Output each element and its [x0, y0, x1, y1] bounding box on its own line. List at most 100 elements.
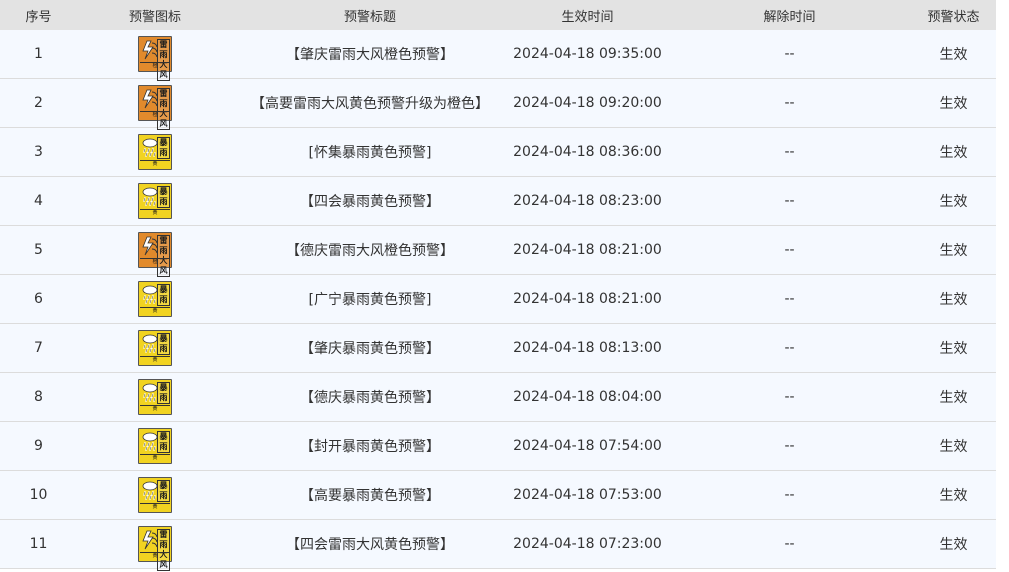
warning-title[interactable]: 【肇庆雷雨大风橙色预警】: [233, 44, 507, 64]
warning-title[interactable]: 【高要雷雨大风黄色预警升级为橙色】: [233, 93, 507, 113]
start-time: 2024-04-18 08:21:00: [513, 291, 662, 307]
icon-level: 黄: [152, 406, 158, 412]
table-row[interactable]: 4 暴雨黄 RAINSTORM 【四会暴雨黄色预警】 2024-04-18 08:23…: [0, 177, 996, 226]
icon-chars: 暴雨: [157, 480, 170, 502]
icon-footer: 黄 RAINSTORM: [140, 307, 170, 315]
icon-chars: 暴雨: [157, 284, 170, 306]
table-row[interactable]: 3 暴雨黄 RAINSTORM [怀集暴雨黄色预警] 2024-04-18 08:36…: [0, 128, 996, 177]
warning-title[interactable]: 【肇庆暴雨黄色预警】: [233, 338, 507, 358]
icon-cell: 暴雨黄 RAINSTORM: [77, 134, 233, 170]
icon-footer: 黄 RAINSTORM: [140, 503, 170, 511]
warning-title[interactable]: 【高要暴雨黄色预警】: [233, 485, 507, 505]
icon-footer: 黄 RAINSTORM: [140, 209, 170, 217]
icon-char: 暴: [159, 432, 168, 441]
icon-level: 橙: [152, 259, 158, 265]
icon-char: 风: [159, 560, 168, 569]
rainstorm-yellow-icon: 暴雨黄 RAINSTORM: [138, 134, 172, 170]
icon-char: 暴: [159, 138, 168, 147]
header-start-time: 生效时间: [561, 9, 614, 25]
status-text: 生效: [939, 488, 968, 504]
table-row[interactable]: 9 暴雨黄 RAINSTORM 【封开暴雨黄色预警】 2024-04-18 07:54…: [0, 422, 996, 471]
status-text: 生效: [939, 243, 968, 259]
icon-char: 雨: [159, 442, 168, 451]
icon-char: 雨: [159, 393, 168, 402]
end-time: --: [784, 46, 795, 62]
table-row[interactable]: 6 暴雨黄 RAINSTORM [广宁暴雨黄色预警] 2024-04-18 08:21…: [0, 275, 996, 324]
thunder-wind-orange-icon: 雷雨大风橙 THUNDER-GUST: [138, 85, 172, 130]
icon-char: 雨: [159, 50, 168, 59]
warning-title[interactable]: 【四会暴雨黄色预警】: [233, 191, 507, 211]
icon-char: 雨: [159, 148, 168, 157]
icon-chars: 雷雨大风: [157, 235, 170, 277]
icon-char: 暴: [159, 187, 168, 196]
warning-title[interactable]: 【德庆暴雨黄色预警】: [233, 387, 507, 407]
row-index: 7: [34, 340, 43, 356]
table-row[interactable]: 8 暴雨黄 RAINSTORM 【德庆暴雨黄色预警】 2024-04-18 08:04…: [0, 373, 996, 422]
status-text: 生效: [939, 96, 968, 112]
warning-title[interactable]: 【四会雷雨大风黄色预警】: [233, 534, 507, 554]
icon-cell: 雷雨大风橙 THUNDER-GUST: [77, 85, 233, 130]
icon-footer: 橙 THUNDER-GUST: [140, 258, 170, 266]
end-time: --: [784, 291, 795, 307]
warning-title[interactable]: 【封开暴雨黄色预警】: [233, 436, 507, 456]
status-text: 生效: [939, 47, 968, 63]
table-header: 序号 预警图标 预警标题 生效时间 解除时间 预警状态: [0, 0, 996, 30]
start-time: 2024-04-18 07:53:00: [513, 487, 662, 503]
start-time: 2024-04-18 08:13:00: [513, 340, 662, 356]
icon-level: 黄: [152, 357, 158, 363]
warning-title[interactable]: 【德庆雷雨大风橙色预警】: [233, 240, 507, 260]
start-time: 2024-04-18 09:35:00: [513, 46, 662, 62]
header-status: 预警状态: [927, 9, 980, 25]
warning-title[interactable]: [广宁暴雨黄色预警]: [233, 289, 507, 309]
icon-chars: 雷雨大风: [157, 529, 170, 571]
icon-chars: 雷雨大风: [157, 88, 170, 130]
start-time: 2024-04-18 07:23:00: [513, 536, 662, 552]
end-time: --: [784, 389, 795, 405]
table-row[interactable]: 5 雷雨大风橙 THUNDER-GUST 【德庆雷雨大风橙色预警】 2024-04-1…: [0, 226, 996, 277]
icon-char: 风: [159, 70, 168, 79]
icon-chars: 暴雨: [157, 137, 170, 159]
table-row[interactable]: 10 暴雨黄 RAINSTORM 【高要暴雨黄色预警】 2024-04-18 07:5…: [0, 471, 996, 520]
table-row[interactable]: 7 暴雨黄 RAINSTORM 【肇庆暴雨黄色预警】 2024-04-18 08:13…: [0, 324, 996, 373]
end-time: --: [784, 193, 795, 209]
start-time: 2024-04-18 09:20:00: [513, 95, 662, 111]
table-row[interactable]: 2 雷雨大风橙 THUNDER-GUST 【高要雷雨大风黄色预警升级为橙色】 2024…: [0, 79, 996, 130]
icon-chars: 雷雨大风: [157, 39, 170, 81]
header-title: 预警标题: [343, 9, 396, 25]
icon-char: 暴: [159, 285, 168, 294]
rainstorm-yellow-icon: 暴雨黄 RAINSTORM: [138, 477, 172, 513]
row-index: 1: [34, 46, 43, 62]
icon-footer: 黄 RAINSTORM: [140, 454, 170, 462]
icon-char: 雨: [159, 99, 168, 108]
table-row[interactable]: 1 雷雨大风橙 THUNDER-GUST 【肇庆雷雨大风橙色预警】 2024-04-1…: [0, 30, 996, 81]
icon-char: 雨: [159, 295, 168, 304]
start-time: 2024-04-18 08:21:00: [513, 242, 662, 258]
icon-char: 雷: [159, 89, 168, 98]
end-time: --: [784, 144, 795, 160]
end-time: --: [784, 242, 795, 258]
icon-char: 暴: [159, 383, 168, 392]
icon-level: 黄: [152, 455, 158, 461]
end-time: --: [784, 536, 795, 552]
warning-title[interactable]: [怀集暴雨黄色预警]: [233, 142, 507, 162]
icon-level: 橙: [152, 112, 158, 118]
icon-chars: 暴雨: [157, 382, 170, 404]
table-row[interactable]: 11 雷雨大风黄 THUNDER-GUST 【四会雷雨大风黄色预警】 2024-04-…: [0, 520, 996, 571]
row-index: 10: [29, 487, 48, 503]
rainstorm-yellow-icon: 暴雨黄 RAINSTORM: [138, 281, 172, 317]
start-time: 2024-04-18 07:54:00: [513, 438, 662, 454]
icon-chars: 暴雨: [157, 333, 170, 355]
icon-char: 雨: [159, 197, 168, 206]
icon-char: 暴: [159, 481, 168, 490]
header-end-time: 解除时间: [763, 9, 816, 25]
status-text: 生效: [939, 341, 968, 357]
icon-cell: 暴雨黄 RAINSTORM: [77, 183, 233, 219]
end-time: --: [784, 95, 795, 111]
start-time: 2024-04-18 08:04:00: [513, 389, 662, 405]
icon-level: 黄: [152, 308, 158, 314]
icon-level: 黄: [152, 504, 158, 510]
end-time: --: [784, 487, 795, 503]
rainstorm-yellow-icon: 暴雨黄 RAINSTORM: [138, 183, 172, 219]
icon-char: 风: [159, 266, 168, 275]
row-index: 4: [34, 193, 43, 209]
